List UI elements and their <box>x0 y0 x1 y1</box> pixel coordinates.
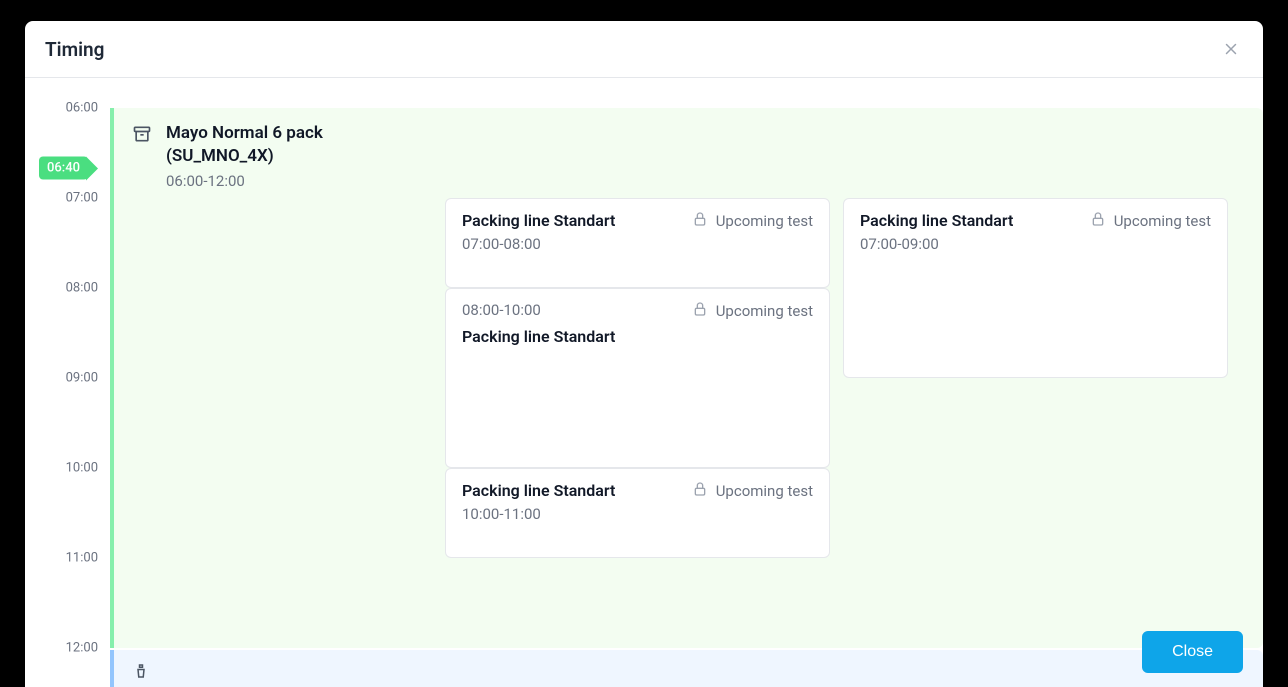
task-card[interactable]: Packing line Standart Upcoming test 10:0… <box>445 468 830 558</box>
shift-time: 06:00-12:00 <box>166 172 323 190</box>
timing-modal: Timing 06:00 07:00 08:00 09:00 10:00 11:00 12:… <box>25 21 1263 687</box>
task-time: 10:00-11:00 <box>462 505 813 523</box>
shift-name: Mayo Normal 6 pack(SU_MNO_4X) <box>166 122 323 168</box>
task-status: Upcoming test <box>692 211 813 231</box>
task-time: 07:00-09:00 <box>860 235 1211 253</box>
time-label: 12:00 <box>66 641 98 656</box>
task-name: Packing line Standart <box>462 327 813 346</box>
time-label: 09:00 <box>66 371 98 386</box>
task-status-text: Upcoming test <box>716 212 813 230</box>
time-label: 08:00 <box>66 281 98 296</box>
lock-icon <box>692 481 708 501</box>
task-status: Upcoming test <box>1090 211 1211 231</box>
lock-icon <box>692 211 708 231</box>
modal-header: Timing <box>25 21 1263 78</box>
spray-icon <box>132 662 150 684</box>
task-time: 07:00-08:00 <box>462 235 813 253</box>
time-label: 10:00 <box>66 461 98 476</box>
modal-body: 06:00 07:00 08:00 09:00 10:00 11:00 12:00 06:40… <box>25 78 1263 687</box>
task-status-text: Upcoming test <box>716 482 813 500</box>
shift-header: Mayo Normal 6 pack(SU_MNO_4X) 06:00-12:0… <box>114 108 1263 200</box>
modal-title: Timing <box>45 38 104 61</box>
task-name: Packing line Standart <box>462 481 615 500</box>
task-time: 08:00-10:00 <box>462 301 541 319</box>
task-status: Upcoming test <box>692 301 813 321</box>
close-button[interactable]: Close <box>1142 631 1243 673</box>
task-name: Packing line Standart <box>462 211 615 230</box>
task-status: Upcoming test <box>692 481 813 501</box>
task-name: Packing line Standart <box>860 211 1013 230</box>
lock-icon <box>1090 211 1106 231</box>
task-card[interactable]: Packing line Standart Upcoming test 07:0… <box>843 198 1228 378</box>
task-card[interactable]: Packing line Standart Upcoming test 07:0… <box>445 198 830 288</box>
time-label: 11:00 <box>66 551 98 566</box>
task-status-text: Upcoming test <box>1114 212 1211 230</box>
current-time-badge: 06:40 <box>39 157 88 180</box>
task-card[interactable]: 08:00-10:00 Upcoming test Packing line S… <box>445 288 830 468</box>
lock-icon <box>692 301 708 321</box>
close-icon[interactable] <box>1219 37 1243 61</box>
current-time-marker: 06:40 <box>39 157 88 180</box>
task-status-text: Upcoming test <box>716 302 813 320</box>
timeline: 06:00 07:00 08:00 09:00 10:00 11:00 12:00 06:40… <box>25 78 1263 687</box>
archive-icon <box>132 124 152 144</box>
timeline-grid: Mayo Normal 6 pack(SU_MNO_4X) 06:00-12:0… <box>110 78 1263 687</box>
time-label: 07:00 <box>66 191 98 206</box>
time-axis: 06:00 07:00 08:00 09:00 10:00 11:00 12:00 06:40 <box>25 78 110 687</box>
next-shift-block[interactable] <box>110 650 1263 687</box>
time-label: 06:00 <box>66 101 98 116</box>
